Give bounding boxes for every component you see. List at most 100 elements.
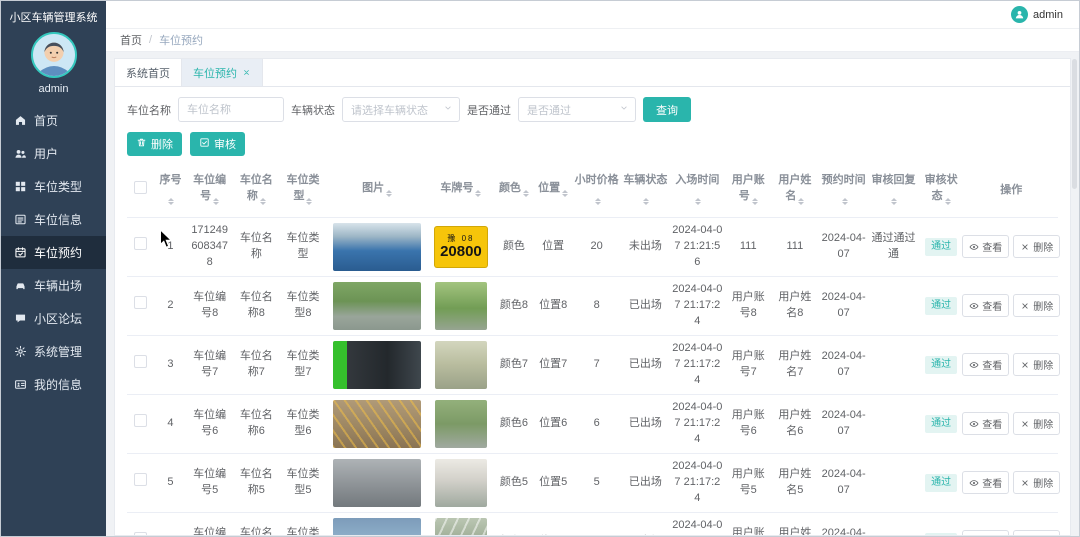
col-header-price[interactable]: 小时价格 (572, 164, 622, 218)
view-button[interactable]: 查看 (962, 530, 1010, 535)
vertical-scrollbar[interactable] (1072, 59, 1077, 189)
sort-carets-icon[interactable] (594, 195, 601, 208)
row-checkbox[interactable] (134, 532, 148, 535)
sort-carets-icon[interactable] (306, 195, 313, 208)
users-icon (15, 150, 26, 158)
sort-carets-icon[interactable] (695, 195, 702, 208)
row-delete-button[interactable]: 删除 (1013, 471, 1061, 495)
sort-carets-icon[interactable] (751, 195, 758, 208)
cell-color: 颜色5 (493, 453, 535, 513)
cell-spot_no: 车位编号4 (186, 512, 233, 535)
cell-entry_time: 2024-04-07 21:17:24 (669, 276, 725, 336)
cell-username: 用户姓名7 (771, 335, 819, 395)
sidebar-item-spot-reserve[interactable]: 车位预约 (1, 236, 106, 269)
parking-photo[interactable] (333, 458, 422, 507)
sort-carets-icon[interactable] (386, 187, 393, 200)
col-header-entry_time[interactable]: 入场时间 (669, 164, 725, 218)
vehicle-status-select[interactable]: 请选择车辆状态 (342, 97, 460, 122)
sort-carets-icon[interactable] (259, 195, 266, 208)
sort-carets-icon[interactable] (798, 195, 805, 208)
col-header-account[interactable]: 用户账号 (724, 164, 772, 218)
parking-photo[interactable] (333, 340, 422, 389)
user-menu[interactable]: admin (1011, 6, 1063, 23)
sort-carets-icon[interactable] (841, 195, 848, 208)
sidebar-item-my-info[interactable]: 我的信息 (1, 368, 106, 401)
cell-spot_no: 1712496083478 (186, 217, 233, 277)
col-header-audit_status[interactable]: 审核状态 (917, 164, 965, 218)
sidebar-item-spot-info[interactable]: 车位信息 (1, 203, 106, 236)
license-plate[interactable]: 豫 08 20800 (433, 225, 488, 268)
row-delete-button[interactable]: 删除 (1013, 353, 1061, 377)
cell-index: 4 (154, 394, 187, 454)
col-header-vehicle_status[interactable]: 车辆状态 (621, 164, 670, 218)
col-header-reserve_time[interactable]: 预约时间 (818, 164, 870, 218)
search-button[interactable]: 查询 (643, 97, 691, 122)
cell-spot_name: 车位名称 (233, 217, 280, 277)
col-header-location[interactable]: 位置 (534, 164, 573, 218)
spot-name-input[interactable] (178, 97, 284, 122)
view-button[interactable]: 查看 (962, 294, 1010, 318)
row-checkbox[interactable] (134, 355, 148, 369)
row-delete-button[interactable]: 删除 (1013, 294, 1061, 318)
sidebar-item-forum[interactable]: 小区论坛 (1, 302, 106, 335)
row-checkbox[interactable] (134, 414, 148, 428)
cell-index: 3 (154, 335, 187, 395)
cell-image (326, 512, 429, 535)
delete-button[interactable]: 删除 (127, 132, 182, 156)
sidebar-item-vehicle-exit[interactable]: 车辆出场 (1, 269, 106, 302)
parking-photo[interactable] (333, 517, 422, 535)
sidebar-item-system[interactable]: 系统管理 (1, 335, 106, 368)
sort-carets-icon[interactable] (562, 187, 569, 200)
sort-carets-icon[interactable] (522, 187, 529, 200)
col-header-color[interactable]: 颜色 (493, 164, 535, 218)
plate-photo[interactable] (434, 340, 487, 389)
sort-carets-icon[interactable] (643, 195, 650, 208)
row-checkbox[interactable] (134, 237, 148, 251)
col-header-username[interactable]: 用户姓名 (771, 164, 819, 218)
parking-photo[interactable] (333, 222, 422, 271)
tab-spot-reserve[interactable]: 车位预约 (182, 59, 263, 86)
sidebar-item-label: 系统管理 (34, 345, 83, 359)
sort-carets-icon[interactable] (168, 195, 175, 208)
row-delete-button[interactable]: 删除 (1013, 412, 1061, 436)
row-checkbox[interactable] (134, 296, 148, 310)
audit-button[interactable]: 审核 (190, 132, 245, 156)
col-header-spot_no[interactable]: 车位编号 (186, 164, 233, 218)
view-button[interactable]: 查看 (962, 471, 1010, 495)
tab-label: 车位预约 (193, 67, 237, 80)
status-badge: 通过 (925, 237, 958, 257)
select-all-checkbox[interactable] (134, 181, 148, 194)
sidebar-item-home[interactable]: 首页 (1, 104, 106, 137)
col-header-audit_reply[interactable]: 审核回复 (869, 164, 918, 218)
col-header-label: 用户账号 (731, 174, 765, 202)
col-header-label: 预约时间 (821, 174, 866, 186)
breadcrumb-home[interactable]: 首页 (120, 32, 142, 48)
sort-carets-icon[interactable] (213, 195, 220, 208)
sort-carets-icon[interactable] (475, 187, 482, 200)
cell-reserve_time: 2024-04-07 (818, 453, 870, 513)
plate-photo[interactable] (434, 517, 487, 535)
row-checkbox[interactable] (134, 473, 148, 487)
parking-photo[interactable] (333, 281, 422, 330)
view-button[interactable]: 查看 (962, 412, 1010, 436)
tab-system-home[interactable]: 系统首页 (115, 59, 182, 86)
col-header-plate[interactable]: 车牌号 (428, 164, 494, 218)
view-button[interactable]: 查看 (962, 235, 1010, 259)
row-delete-button[interactable]: 删除 (1013, 235, 1061, 259)
sidebar-item-users[interactable]: 用户 (1, 137, 106, 170)
sort-carets-icon[interactable] (944, 195, 951, 208)
row-delete-button[interactable]: 删除 (1013, 530, 1061, 535)
col-header-spot_type[interactable]: 车位类型 (279, 164, 327, 218)
pass-select[interactable]: 是否通过 (518, 97, 636, 122)
parking-photo[interactable] (333, 399, 422, 448)
sidebar-item-spot-type[interactable]: 车位类型 (1, 170, 106, 203)
view-button[interactable]: 查看 (962, 353, 1010, 377)
plate-photo[interactable] (434, 281, 487, 330)
sort-carets-icon[interactable] (891, 195, 898, 208)
col-header-index[interactable]: 序号 (154, 164, 187, 218)
plate-photo[interactable] (434, 458, 487, 507)
breadcrumb: 首页 / 车位预约 (106, 29, 1079, 52)
plate-photo[interactable] (434, 399, 487, 448)
col-header-image[interactable]: 图片 (326, 164, 429, 218)
col-header-spot_name[interactable]: 车位名称 (233, 164, 280, 218)
